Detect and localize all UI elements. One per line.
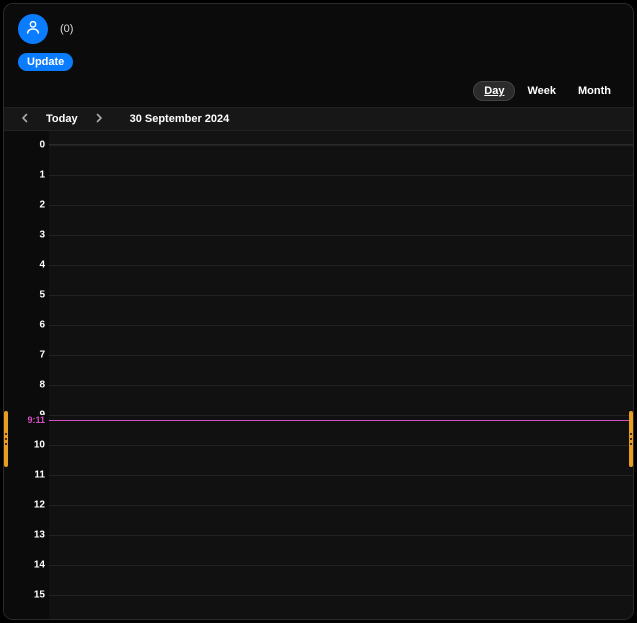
- tab-week[interactable]: Week: [517, 82, 566, 100]
- hour-row: [49, 595, 633, 596]
- hour-row: [49, 175, 633, 176]
- hour-row: [49, 445, 633, 446]
- hour-label: 10: [4, 440, 45, 451]
- update-row: Update: [18, 52, 619, 71]
- current-time-label: 9:11: [4, 415, 47, 425]
- prev-button[interactable]: [14, 110, 36, 128]
- view-switcher: Day Week Month: [4, 77, 633, 107]
- hour-label: 2: [4, 200, 45, 211]
- hour-row: [49, 325, 633, 326]
- hour-label: 8: [4, 380, 45, 391]
- tab-month[interactable]: Month: [568, 82, 621, 100]
- hour-label: 12: [4, 500, 45, 511]
- count-label: (0): [60, 23, 73, 35]
- header-top: (0): [18, 14, 619, 44]
- hour-row: [49, 205, 633, 206]
- hour-label: 4: [4, 260, 45, 271]
- date-nav: Today 30 September 2024: [4, 107, 633, 131]
- today-button[interactable]: Today: [46, 113, 78, 125]
- hour-row: [49, 265, 633, 266]
- header: (0) Update: [4, 4, 633, 77]
- update-button[interactable]: Update: [18, 53, 73, 71]
- hour-row: [49, 415, 633, 416]
- hour-row: [49, 235, 633, 236]
- hour-row: [49, 295, 633, 296]
- day-header-strip: [49, 131, 633, 145]
- hour-label: 11: [4, 470, 45, 481]
- hour-label: 7: [4, 350, 45, 361]
- next-button[interactable]: [88, 110, 110, 128]
- person-icon: [25, 19, 41, 40]
- view-segmented: Day Week Month: [473, 81, 621, 101]
- chevron-right-icon: [94, 112, 104, 126]
- current-time-line: [49, 420, 633, 421]
- hour-row: [49, 385, 633, 386]
- hour-row: [49, 535, 633, 536]
- right-panel-handle[interactable]: [629, 411, 633, 467]
- app-frame: (0) Update Day Week Month Today 30 Septe…: [3, 3, 634, 620]
- hour-label: 1: [4, 170, 45, 181]
- hour-label: 13: [4, 530, 45, 541]
- hour-label: 3: [4, 230, 45, 241]
- avatar[interactable]: [18, 14, 48, 44]
- hour-row: [49, 145, 633, 146]
- hour-row: [49, 475, 633, 476]
- hour-row: [49, 565, 633, 566]
- current-date-label: 30 September 2024: [130, 113, 230, 125]
- calendar-body: 0123456789101112131415 9:11: [4, 131, 633, 619]
- hour-row: [49, 355, 633, 356]
- calendar-grid[interactable]: [49, 145, 633, 619]
- hour-row: [49, 505, 633, 506]
- hour-label: 15: [4, 590, 45, 601]
- hour-label: 0: [4, 140, 45, 151]
- hour-label: 14: [4, 560, 45, 571]
- hour-label: 6: [4, 320, 45, 331]
- chevron-left-icon: [20, 112, 30, 126]
- tab-day[interactable]: Day: [473, 81, 515, 101]
- left-panel-handle[interactable]: [4, 411, 8, 467]
- hour-label: 5: [4, 290, 45, 301]
